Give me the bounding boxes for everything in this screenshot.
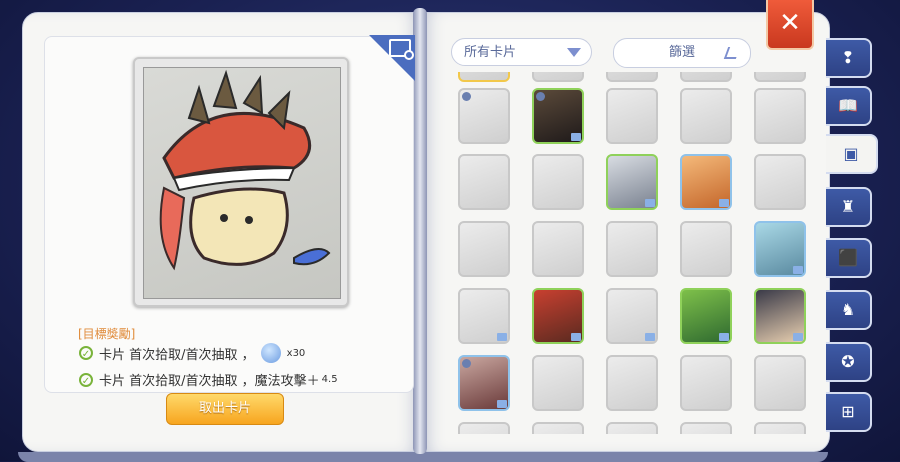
card-cell[interactable] bbox=[532, 88, 584, 144]
card-art-image bbox=[143, 67, 341, 299]
card-cell[interactable] bbox=[532, 221, 584, 277]
card-cell[interactable] bbox=[754, 72, 806, 82]
card-cell[interactable] bbox=[606, 72, 658, 82]
card-album-book: [目標獎勵] ✓ 卡片 首次拾取/首次抽取 ， x30 ✓ 卡片 首次拾取/首次… bbox=[14, 6, 836, 462]
card-cell[interactable] bbox=[458, 355, 510, 411]
dropdown-value: 所有卡片 bbox=[464, 45, 517, 60]
side-tab-hint[interactable]: ❢ bbox=[826, 38, 872, 78]
card-cell[interactable] bbox=[532, 288, 584, 344]
card-cell[interactable] bbox=[680, 154, 732, 210]
side-tab-card[interactable]: ▣ bbox=[826, 134, 878, 174]
card-cell[interactable] bbox=[532, 72, 584, 82]
rocking-horse-icon: ♞ bbox=[840, 300, 856, 319]
card-cell[interactable] bbox=[606, 154, 658, 210]
card-preview bbox=[133, 57, 349, 307]
chevron-down-icon bbox=[567, 48, 581, 57]
card-cell[interactable] bbox=[458, 288, 510, 344]
mushroom-monster-illustration bbox=[159, 69, 331, 271]
zoom-card-corner[interactable] bbox=[369, 35, 415, 81]
card-cell[interactable] bbox=[606, 288, 658, 344]
card-cell[interactable] bbox=[458, 221, 510, 277]
check-icon: ✓ bbox=[79, 346, 93, 360]
filter-label: 篩選 bbox=[668, 45, 695, 60]
card-mini-icon bbox=[645, 333, 655, 341]
reward-value-2: 4.5 bbox=[321, 374, 338, 385]
card-mini-icon bbox=[645, 199, 655, 207]
chair-icon: ♜ bbox=[840, 197, 856, 216]
card-cell[interactable] bbox=[754, 288, 806, 344]
card-list-area: 所有卡片 篩選 bbox=[423, 12, 828, 450]
close-button[interactable]: ✕ bbox=[766, 0, 814, 50]
card-cell[interactable] bbox=[606, 221, 658, 277]
reward-text-1: 卡片 首次拾取/首次抽取 ， bbox=[99, 347, 255, 363]
card-pin-icon bbox=[462, 92, 471, 101]
card-cell[interactable] bbox=[680, 355, 732, 411]
card-detail-panel: [目標獎勵] ✓ 卡片 首次拾取/首次抽取 ， x30 ✓ 卡片 首次拾取/首次… bbox=[44, 35, 415, 393]
card-cell[interactable] bbox=[680, 72, 732, 82]
card-cell[interactable] bbox=[754, 88, 806, 144]
zeny-coin-icon bbox=[260, 343, 281, 363]
side-tab-chair[interactable]: ♜ bbox=[826, 187, 872, 227]
side-tab-hierarchy[interactable]: ⊞ bbox=[826, 392, 872, 432]
side-tab-book[interactable]: 📖 bbox=[826, 86, 872, 126]
card-mini-icon bbox=[793, 333, 803, 341]
card-mini-icon bbox=[571, 133, 581, 141]
card-mini-icon bbox=[793, 266, 803, 274]
card-cell[interactable] bbox=[680, 221, 732, 277]
reward-row-1: ✓ 卡片 首次拾取/首次抽取 ， x30 bbox=[79, 343, 305, 363]
reward-value-1: x30 bbox=[286, 347, 306, 359]
card-cell[interactable] bbox=[754, 221, 806, 277]
card-cell[interactable] bbox=[458, 72, 510, 82]
book-icon: 📖 bbox=[838, 96, 858, 115]
card-cell[interactable] bbox=[754, 154, 806, 210]
card-cell[interactable] bbox=[606, 88, 658, 144]
hierarchy-icon: ⊞ bbox=[841, 402, 855, 421]
card-pin-icon bbox=[462, 359, 471, 368]
card-cell[interactable] bbox=[606, 422, 658, 434]
card-cell[interactable] bbox=[754, 355, 806, 411]
card-cell[interactable] bbox=[680, 88, 732, 144]
card-mini-icon bbox=[719, 333, 729, 341]
medal-icon: ✪ bbox=[841, 352, 855, 371]
check-icon: ✓ bbox=[79, 372, 93, 387]
card-cell[interactable] bbox=[754, 422, 806, 434]
card-category-dropdown[interactable]: 所有卡片 bbox=[451, 38, 592, 66]
toolbox-icon: ⬛ bbox=[838, 248, 858, 267]
card-cell[interactable] bbox=[532, 154, 584, 210]
zoom-card-icon[interactable] bbox=[389, 39, 414, 60]
card-icon: ▣ bbox=[843, 144, 859, 163]
hint-icon: ❢ bbox=[841, 48, 855, 67]
card-cell[interactable] bbox=[458, 422, 510, 434]
card-mini-icon bbox=[571, 333, 581, 341]
reward-title: [目標獎勵] bbox=[78, 327, 136, 341]
card-pin-icon bbox=[536, 92, 545, 101]
card-mini-icon bbox=[497, 400, 507, 408]
card-cell[interactable] bbox=[532, 355, 584, 411]
side-tab-medal[interactable]: ✪ bbox=[826, 342, 872, 382]
reward-row-2: ✓ 卡片 首次拾取/首次抽取 ，魔法攻擊＋ 4.5 bbox=[79, 370, 338, 389]
filter-icon bbox=[723, 47, 741, 59]
card-mini-icon bbox=[497, 333, 507, 341]
take-out-card-button[interactable]: 取出卡片 bbox=[166, 393, 284, 425]
side-tab-rocking-horse[interactable]: ♞ bbox=[826, 290, 872, 330]
filter-button[interactable]: 篩選 bbox=[613, 38, 751, 68]
card-cell[interactable] bbox=[458, 88, 510, 144]
card-grid bbox=[456, 72, 816, 434]
card-cell[interactable] bbox=[606, 355, 658, 411]
card-cell[interactable] bbox=[680, 288, 732, 344]
card-cell[interactable] bbox=[532, 422, 584, 434]
card-cell[interactable] bbox=[458, 154, 510, 210]
card-cell[interactable] bbox=[680, 422, 732, 434]
reward-text-2: 卡片 首次拾取/首次抽取 ，魔法攻擊＋ bbox=[99, 374, 320, 389]
side-tab-toolbox[interactable]: ⬛ bbox=[826, 238, 872, 278]
card-mini-icon bbox=[719, 199, 729, 207]
